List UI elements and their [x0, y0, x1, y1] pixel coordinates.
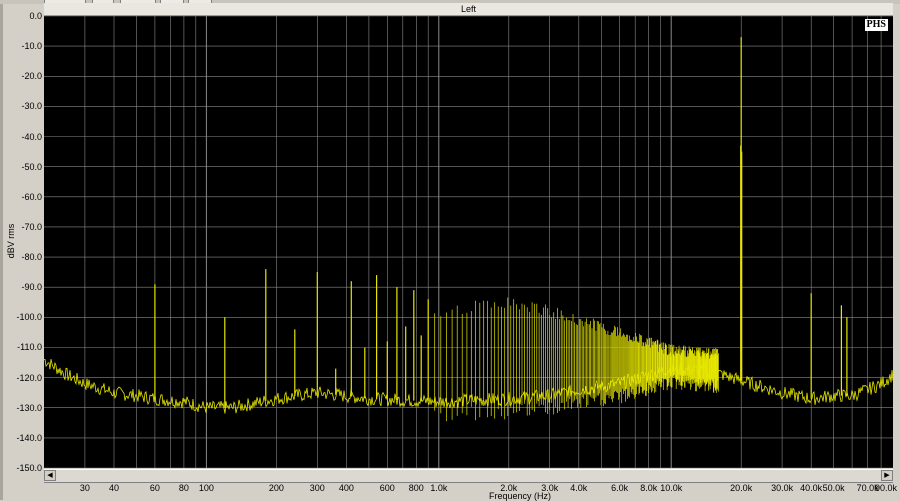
y-tick-label: -60.0	[21, 191, 42, 202]
x-tick-label: 90.0k	[874, 483, 898, 493]
x-tick-label: 20.0k	[730, 483, 753, 493]
y-tick-label: -110.0	[17, 342, 42, 353]
y-tick-label: -130.0	[16, 402, 42, 413]
x-tick-label: 200	[268, 483, 284, 493]
left-arrow-icon[interactable]: ◀	[44, 470, 56, 481]
y-tick-label: -150.0	[16, 463, 42, 473]
chart-title-bar: Left	[44, 3, 893, 16]
spectrum-trace	[44, 358, 893, 414]
plot-area[interactable]: PHS	[44, 16, 893, 468]
x-tick-label: 10.0k	[660, 483, 683, 493]
y-tick-label: -140.0	[16, 432, 42, 443]
y-axis-label: dBV rms	[6, 223, 16, 259]
x-tick-label: 600	[379, 483, 395, 493]
y-tick-label: -90.0	[21, 282, 42, 293]
y-tick-label: -120.0	[16, 372, 42, 383]
y-tick-label: 0.0	[29, 11, 42, 21]
y-tick-label: -50.0	[21, 161, 42, 172]
chart-title: Left	[460, 4, 476, 14]
x-tick-label: 30	[79, 483, 90, 493]
x-axis-label: Frequency (Hz)	[488, 491, 551, 501]
y-tick-label: -10.0	[21, 41, 42, 52]
x-tick-label: 40	[108, 483, 119, 493]
window-left-edge	[0, 4, 3, 500]
x-tick-label: 40.0k	[800, 483, 823, 493]
phs-logo: PHS	[864, 19, 888, 31]
x-tick-label: 50.0k	[822, 483, 845, 493]
x-tick-label: 300	[309, 483, 325, 493]
x-tick-label: 60	[149, 483, 160, 493]
right-arrow-icon[interactable]: ▶	[881, 470, 893, 481]
horizontal-scrollbar[interactable]: ◀ ▶	[44, 469, 893, 483]
x-tick-label: 80	[178, 483, 189, 493]
spectrum-plot	[44, 16, 893, 468]
x-tick-label: 30.0k	[771, 483, 794, 493]
y-tick-label: -20.0	[21, 71, 42, 82]
x-tick-label: 8.0k	[640, 483, 658, 493]
x-tick-label: 100	[198, 483, 214, 493]
x-tick-label: 400	[338, 483, 354, 493]
y-tick-label: -30.0	[21, 101, 42, 112]
y-tick-label: -100.0	[16, 312, 42, 323]
y-tick-label: -40.0	[21, 131, 42, 142]
